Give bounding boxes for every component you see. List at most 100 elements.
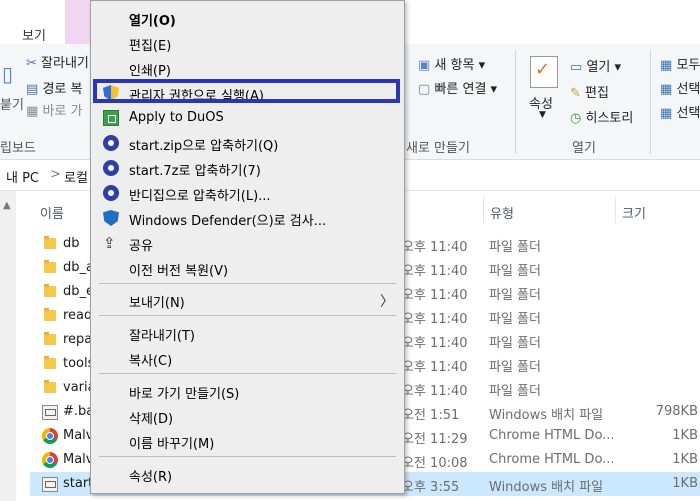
- cut-button[interactable]: ✂ 잘라내기: [26, 52, 89, 71]
- paste-label-partial[interactable]: 붙기: [0, 94, 24, 113]
- open-button[interactable]: ▭ 열기 ▾: [570, 56, 621, 75]
- new-item-button[interactable]: ▣ 새 항목 ▾: [418, 54, 485, 73]
- file-date: 오후 11:40: [402, 336, 468, 351]
- folder-icon: [44, 308, 56, 321]
- history-icon: ◷: [570, 111, 582, 126]
- file-name: repa: [63, 332, 93, 347]
- scroll-up-arrow-icon[interactable]: ▲: [3, 200, 11, 211]
- menu-item-create-shortcut[interactable]: 바로 가기 만들기(S): [91, 379, 404, 403]
- menu-item-edit[interactable]: 편집(E): [91, 31, 404, 55]
- menu-item-copy[interactable]: 복사(C): [91, 346, 404, 370]
- file-date: 오후 3:55: [402, 480, 460, 495]
- chrome-html-icon: [42, 428, 58, 444]
- folder-icon: [44, 380, 56, 393]
- menu-item-cut[interactable]: 잘라내기(T): [91, 321, 404, 345]
- file-name: start: [63, 476, 94, 491]
- file-date: 오전 10:08: [402, 456, 468, 471]
- folder-icon: [44, 236, 56, 249]
- file-size: 1KB: [672, 428, 698, 443]
- menu-item-delete[interactable]: 삭제(D): [91, 404, 404, 428]
- batch-file-icon: [42, 405, 58, 420]
- column-divider[interactable]: [483, 197, 484, 223]
- paste-icon[interactable]: ▯: [2, 62, 13, 86]
- chevron-right-icon: 〉: [380, 294, 394, 310]
- breadcrumb-this-pc[interactable]: 내 PC: [6, 167, 39, 186]
- file-date: 오전 11:29: [402, 432, 468, 447]
- tab-view[interactable]: 보기: [22, 25, 46, 44]
- column-header-name[interactable]: 이름: [40, 203, 64, 222]
- menu-separator: [99, 373, 396, 374]
- open-group-label: 열기: [572, 141, 596, 156]
- context-menu: 열기(O) 편집(E) 인쇄(P) 관리자 권한으로 실행(A) Apply t…: [90, 0, 405, 494]
- select-none-button[interactable]: ▦ 선택: [660, 78, 700, 97]
- select-none-icon: ▦: [660, 82, 673, 97]
- menu-item-defender-scan[interactable]: Windows Defender(으)로 검사...: [91, 206, 404, 230]
- invert-selection-button[interactable]: ▦ 선택: [660, 102, 700, 121]
- file-type: Chrome HTML Do...: [489, 428, 615, 443]
- menu-item-bandizip[interactable]: 반디집으로 압축하기(L)...: [91, 181, 404, 205]
- menu-item-print[interactable]: 인쇄(P): [91, 56, 404, 80]
- file-type: Windows 배치 파일: [489, 408, 604, 423]
- open-icon: ▭: [570, 60, 583, 75]
- menu-item-properties[interactable]: 속성(R): [91, 462, 404, 486]
- menu-item-apply-duos[interactable]: Apply to DuOS: [91, 106, 404, 130]
- menu-item-send-to[interactable]: 보내기(N) 〉: [91, 288, 404, 312]
- breadcrumb-local-disk[interactable]: 로컬: [64, 167, 88, 186]
- file-type: 파일 폴더: [489, 360, 541, 375]
- file-size: 1KB: [672, 476, 698, 491]
- batch-file-icon: [42, 477, 58, 492]
- bandizip-icon: [103, 160, 119, 176]
- ribbon-separator: [650, 50, 651, 154]
- paste-shortcut-button[interactable]: ▦ 바로 가: [26, 100, 82, 119]
- scissors-icon: ✂: [26, 56, 37, 71]
- menu-separator: [99, 456, 396, 457]
- file-type: 파일 폴더: [489, 312, 541, 327]
- file-date: 오전 1:51: [402, 408, 460, 423]
- menu-separator: [99, 315, 396, 316]
- column-header-size[interactable]: 크기: [622, 203, 646, 222]
- invert-selection-icon: ▦: [660, 106, 673, 121]
- folder-icon: [44, 284, 56, 297]
- edit-button[interactable]: ✎ 편집: [570, 82, 609, 101]
- file-date: 오후 11:40: [402, 288, 468, 303]
- menu-item-share[interactable]: ⇪ 공유: [91, 231, 404, 255]
- new-item-icon: ▣: [418, 58, 431, 73]
- menu-item-restore-previous[interactable]: 이전 버전 복원(V): [91, 256, 404, 280]
- breadcrumb-separator: >: [50, 167, 61, 182]
- easy-access-button[interactable]: ▢ 빠른 연결 ▾: [418, 78, 497, 97]
- share-icon: ⇪: [103, 234, 116, 252]
- folder-icon: [44, 332, 56, 345]
- duos-icon: [103, 110, 119, 126]
- menu-item-7z[interactable]: start.7z로 압축하기(7): [91, 156, 404, 180]
- column-header-type[interactable]: 유형: [490, 203, 514, 222]
- file-type: 파일 폴더: [489, 336, 541, 351]
- file-date: 오후 11:40: [402, 360, 468, 375]
- file-date: 오후 11:40: [402, 384, 468, 399]
- copy-path-button[interactable]: ▤ 경로 복: [26, 78, 82, 97]
- file-size: 1KB: [672, 452, 698, 467]
- properties-icon[interactable]: ✓: [530, 56, 558, 88]
- vertical-scrollbar[interactable]: [0, 191, 16, 501]
- copy-path-icon: ▤: [26, 82, 39, 97]
- column-divider[interactable]: [615, 197, 616, 223]
- file-type: Windows 배치 파일: [489, 480, 604, 495]
- defender-shield-icon: [103, 210, 119, 226]
- menu-item-open[interactable]: 열기(O): [91, 6, 404, 30]
- file-type: Chrome HTML Do...: [489, 452, 615, 467]
- paste-shortcut-icon: ▦: [26, 104, 39, 119]
- file-name: Malv: [63, 452, 94, 467]
- file-type: 파일 폴더: [489, 288, 541, 303]
- bandizip-icon: [103, 135, 119, 151]
- bandizip-icon: [103, 185, 119, 201]
- file-type: 파일 폴더: [489, 264, 541, 279]
- history-button[interactable]: ◷ 히스토리: [570, 107, 633, 126]
- menu-item-rename[interactable]: 이름 바꾸기(M): [91, 429, 404, 453]
- file-date: 오후 11:40: [402, 264, 468, 279]
- new-group-label: 새로 만들기: [406, 141, 470, 156]
- menu-separator: [99, 283, 396, 284]
- menu-item-zip[interactable]: start.zip으로 압축하기(Q): [91, 131, 404, 155]
- select-all-button[interactable]: ▦ 모두: [660, 54, 700, 73]
- file-type: 파일 폴더: [489, 384, 541, 399]
- properties-dropdown-icon[interactable]: ▼: [539, 110, 546, 120]
- folder-icon: [44, 356, 56, 369]
